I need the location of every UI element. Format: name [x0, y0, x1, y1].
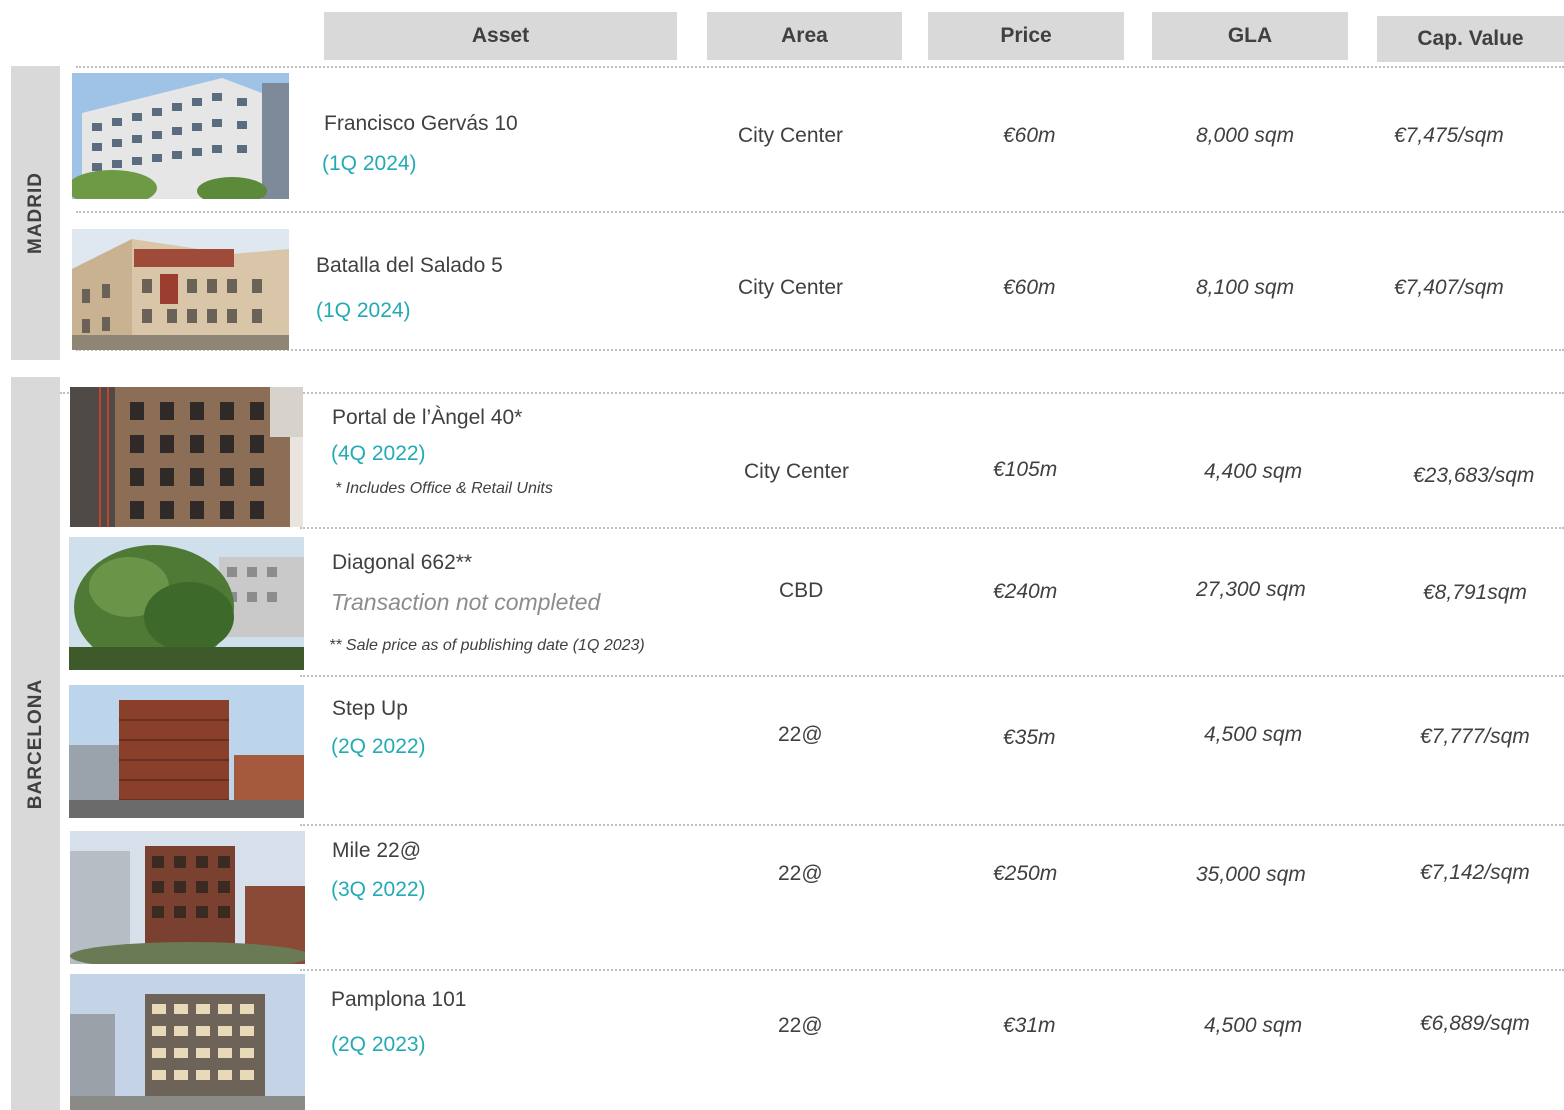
- asset-name: Portal de l’Àngel 40*: [332, 406, 523, 429]
- transaction-date: (1Q 2024): [322, 152, 417, 175]
- asset-name: Mile 22@: [332, 839, 422, 862]
- gla-value: 4,500 sqm: [1204, 1014, 1303, 1037]
- area-value: 22@: [778, 862, 823, 885]
- area-value: City Center: [744, 460, 850, 483]
- transaction-date: (2Q 2022): [331, 735, 426, 758]
- header-area: Area: [707, 12, 902, 60]
- gla-value: 4,500 sqm: [1204, 723, 1303, 746]
- office-building-photo: [69, 685, 304, 818]
- office-building-photo: [70, 974, 305, 1110]
- gla-value: 4,400 sqm: [1204, 460, 1303, 483]
- region-barcelona-label: BARCELONA: [24, 678, 46, 809]
- row-separator: [300, 969, 1564, 971]
- cap-value: €7,142/sqm: [1420, 861, 1530, 884]
- asset-footnote: * Includes Office & Retail Units: [335, 480, 553, 497]
- asset-name: Step Up: [332, 697, 408, 720]
- row-separator: [300, 675, 1564, 677]
- cap-value: €7,475/sqm: [1394, 124, 1504, 147]
- asset-name: Francisco Gervás 10: [324, 112, 518, 135]
- price-value: €250m: [993, 862, 1058, 885]
- transaction-status: Transaction not completed: [331, 589, 601, 615]
- transaction-date: (3Q 2022): [331, 878, 426, 901]
- region-barcelona-band: BARCELONA: [11, 377, 60, 1110]
- header-cap-value: Cap. Value: [1377, 16, 1564, 62]
- area-value: CBD: [779, 579, 824, 602]
- row-separator: [76, 66, 1564, 68]
- office-building-photo: [70, 831, 305, 964]
- asset-footnote: ** Sale price as of publishing date (1Q …: [329, 637, 645, 654]
- price-value: €240m: [993, 580, 1058, 603]
- area-value: 22@: [778, 723, 823, 746]
- header-asset: Asset: [324, 12, 677, 60]
- cap-value: €7,407/sqm: [1394, 276, 1504, 299]
- gla-value: 8,000 sqm: [1196, 124, 1295, 147]
- price-value: €105m: [993, 458, 1058, 481]
- region-madrid-band: MADRID: [11, 66, 60, 360]
- price-value: €60m: [1003, 124, 1056, 147]
- area-value: 22@: [778, 1014, 823, 1037]
- transaction-date: (4Q 2022): [331, 442, 426, 465]
- office-building-photo: [69, 537, 304, 670]
- price-value: €35m: [1003, 726, 1056, 749]
- office-building-photo: [70, 387, 303, 527]
- cap-value: €7,777/sqm: [1420, 725, 1530, 748]
- transaction-date: (1Q 2024): [316, 299, 411, 322]
- area-value: City Center: [738, 276, 844, 299]
- gla-value: 8,100 sqm: [1196, 276, 1295, 299]
- gla-value: 35,000 sqm: [1196, 863, 1306, 886]
- area-value: City Center: [738, 124, 844, 147]
- price-value: €60m: [1003, 276, 1056, 299]
- transaction-date: (2Q 2023): [331, 1033, 426, 1056]
- office-building-photo: [72, 229, 289, 350]
- row-separator: [300, 527, 1564, 529]
- header-price: Price: [928, 12, 1124, 60]
- region-madrid-label: MADRID: [24, 172, 46, 254]
- asset-name: Batalla del Salado 5: [316, 254, 503, 277]
- row-separator: [76, 349, 1564, 351]
- office-building-photo: [72, 73, 289, 199]
- cap-value: €23,683/sqm: [1413, 464, 1535, 487]
- cap-value: €8,791sqm: [1423, 581, 1527, 604]
- row-separator: [300, 824, 1564, 826]
- price-value: €31m: [1003, 1014, 1056, 1037]
- cap-value: €6,889/sqm: [1420, 1012, 1530, 1035]
- gla-value: 27,300 sqm: [1196, 578, 1306, 601]
- asset-name: Diagonal 662**: [332, 551, 473, 574]
- asset-name: Pamplona 101: [331, 988, 467, 1011]
- row-separator: [76, 211, 1564, 213]
- header-gla: GLA: [1152, 12, 1348, 60]
